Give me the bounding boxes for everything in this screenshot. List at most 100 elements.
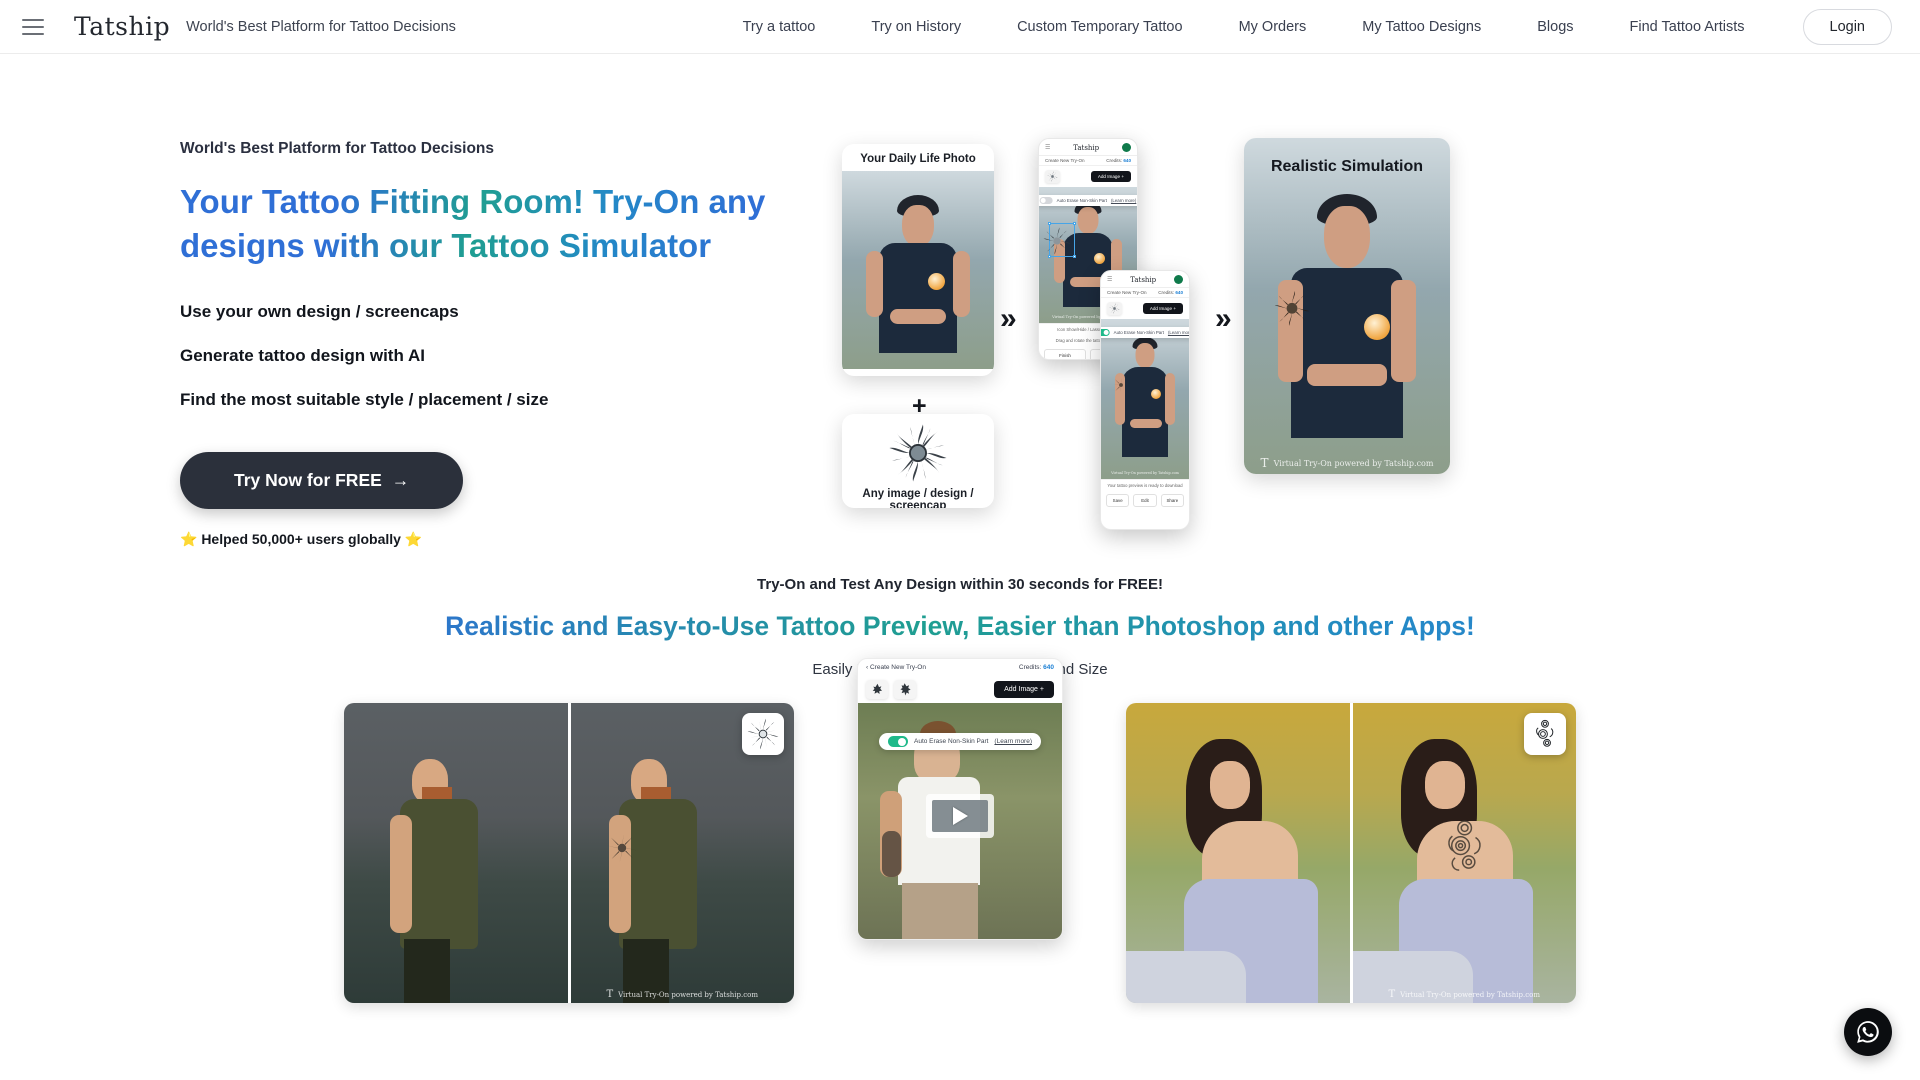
whatsapp-icon[interactable] [1844,1008,1892,1056]
phone1-plus-icon: + [1121,174,1124,179]
phone1-auto-erase-toggle[interactable] [1039,197,1053,204]
hamburger-bar [22,18,44,21]
phone2-topbar: ☰ Tatship [1101,271,1189,288]
arrow-right-icon: → [391,469,410,490]
phone2-auto-erase-toggle-row[interactable]: Auto Erase Non-Skin Part (Learn more) [1101,327,1189,338]
video-card-toolbar: Add Image + [858,676,1062,703]
sun-tattoo-icon [842,414,994,486]
phone2-edit-button[interactable]: Edit [1133,494,1157,507]
phone2-menu-icon: ☰ [1107,277,1113,283]
play-icon[interactable] [926,794,994,839]
video-card-credits-value: 640 [1043,664,1054,671]
phone2-avatar [1173,275,1183,284]
phone2-add-image-button[interactable]: Add Image + [1142,303,1183,314]
nav-item-custom-temporary-tattoo[interactable]: Custom Temporary Tattoo [989,11,1210,43]
phone-mockup-result: ☰ Tatship Create New Try-On Credits: 640 [1100,270,1190,530]
phone1-logo: Tatship [1073,143,1100,152]
brand-logo[interactable]: Tatship [74,12,170,41]
video-card-auto-erase-row[interactable]: Auto Erase Non-Skin Part (Learn more) [878,733,1042,750]
phone2-watermark: Virtual Try-On powered by Tatship.com [1111,471,1179,475]
chevron-right-icon-1: » [1000,302,1016,335]
nav-item-try-on-history[interactable]: Try on History [843,11,989,43]
phone1-learn-more-link[interactable]: (Learn more) [1111,198,1136,203]
nav-item-find-tattoo-artists[interactable]: Find Tattoo Artists [1602,11,1773,43]
before-after-card-right: T Virtual Try-On powered by Tatship.com [1126,703,1576,1003]
video-card-auto-erase-label: Auto Erase Non-Skin Part [913,738,989,745]
phone2-add-image-label: Add Image [1149,306,1173,311]
nav-links: Try a tattoo Try on History Custom Tempo… [715,8,1892,45]
login-button[interactable]: Login [1802,8,1892,45]
before-image-man [344,703,568,1003]
phone2-learn-more-link[interactable]: (Learn more) [1168,330,1189,335]
daily-photo-image [842,171,994,369]
phone1-add-image-button[interactable]: Add Image + [1090,171,1131,182]
phone1-breadcrumb-bar: Create New Try-On Credits: 640 [1039,156,1137,166]
phone1-topbar: ☰ Tatship [1039,139,1137,156]
phone1-design-row: Add Image + [1039,166,1137,187]
video-card-plus-icon: + [1039,686,1044,693]
phone1-credits: Credits: 640 [1106,158,1131,163]
phone1-add-image-label: Add Image [1097,174,1121,179]
phone2-breadcrumb[interactable]: Create New Try-On [1107,290,1147,295]
phone2-design-thumb[interactable] [1107,302,1122,315]
nav-item-blogs[interactable]: Blogs [1509,11,1601,43]
hero-card-result: Realistic Simulation T Virtual Try-On po… [1244,138,1450,474]
after-image-woman: T Virtual Try-On powered by Tatship.com [1352,703,1576,1003]
phone2-footer-note: Your tattoo preview is ready to download [1101,479,1189,491]
nav-item-my-orders[interactable]: My Orders [1211,11,1335,43]
video-card-breadcrumb[interactable]: ‹ Create New Try-On [866,664,926,671]
phone2-canvas[interactable]: Virtual Try-On powered by Tatship.com [1101,319,1189,479]
phone1-design-thumb[interactable] [1045,170,1060,183]
result-watermark: T Virtual Try-On powered by Tatship.com [1260,456,1434,470]
demo-video-card: ‹ Create New Try-On Credits: 640 Add Ima… [857,658,1063,940]
gallery: T Virtual Try-On powered by Tatship.com … [0,658,1920,1003]
social-proof-text: ⭐ Helped 50,000+ users globally ⭐ [180,530,423,547]
hero-card-design: Any image / design / screencap [842,414,994,508]
brand-tagline: World's Best Platform for Tattoo Decisio… [186,18,456,35]
phone1-credits-label: Credits: [1106,158,1123,163]
overlay-design-thumb-rose[interactable] [1524,713,1566,755]
video-card-auto-erase-toggle[interactable] [887,736,908,747]
phone1-credits-value: 640 [1123,158,1131,163]
phone2-actions: Save Edit Share [1101,491,1189,512]
phone2-share-button[interactable]: Share [1160,494,1184,507]
hamburger-icon[interactable] [22,18,44,35]
nav-item-try-a-tattoo[interactable]: Try a tattoo [715,11,844,43]
hero-visual: Your Daily Life Photo + Any image / desi… [820,112,1920,530]
before-after-card-left: T Virtual Try-On powered by Tatship.com [344,703,794,1003]
overlay-design-thumb-sun[interactable] [742,713,784,755]
phone1-avatar [1121,143,1131,152]
result-image: Realistic Simulation T Virtual Try-On po… [1244,138,1450,474]
phone2-credits-label: Credits: [1158,290,1175,295]
left-gallery-watermark: T Virtual Try-On powered by Tatship.com [606,989,759,1000]
video-card-add-image-button[interactable]: Add Image + [994,681,1054,698]
after-image-man: T Virtual Try-On powered by Tatship.com [570,703,794,1003]
nav-item-my-tattoo-designs[interactable]: My Tattoo Designs [1334,11,1509,43]
phone1-finish-button[interactable]: Finish [1044,349,1086,359]
section2-title: Realistic and Easy-to-Use Tattoo Preview… [0,611,1920,642]
phone2-credits-value: 640 [1175,290,1183,295]
hero-section: World's Best Platform for Tattoo Decisio… [0,54,1920,554]
video-card-learn-more-link[interactable]: (Learn more) [994,738,1032,745]
phone1-menu-icon: ☰ [1045,145,1051,151]
hero-copy: World's Best Platform for Tattoo Decisio… [0,112,820,554]
video-card-credits: Credits: 640 [1019,664,1054,671]
phone2-auto-erase-toggle[interactable] [1101,329,1110,336]
hero-feature-2: Generate tattoo design with AI [180,345,425,365]
before-image-woman [1126,703,1350,1003]
hero-card-design-label: Any image / design / screencap [862,488,974,508]
video-card-design-thumb-1[interactable] [866,680,888,699]
top-navbar: Tatship World's Best Platform for Tattoo… [0,0,1920,54]
hero-card-daily-photo-label: Your Daily Life Photo [860,153,976,165]
phone1-breadcrumb[interactable]: Create New Try-On [1045,158,1085,163]
hero-card-daily-photo: Your Daily Life Photo [842,144,994,376]
right-gallery-watermark: T Virtual Try-On powered by Tatship.com [1388,989,1541,1000]
phone2-plus-icon: + [1173,306,1176,311]
phone2-save-button[interactable]: Save [1106,494,1130,507]
try-now-for-free-button[interactable]: Try Now for FREE → [180,451,464,509]
phone1-auto-erase-toggle-row[interactable]: Auto Erase Non-Skin Part (Learn more) [1039,195,1137,206]
hamburger-bar [22,32,44,35]
video-card-design-thumb-2[interactable] [894,680,916,699]
phone2-design-row: Add Image + [1101,298,1189,319]
phone2-breadcrumb-bar: Create New Try-On Credits: 640 [1101,288,1189,298]
